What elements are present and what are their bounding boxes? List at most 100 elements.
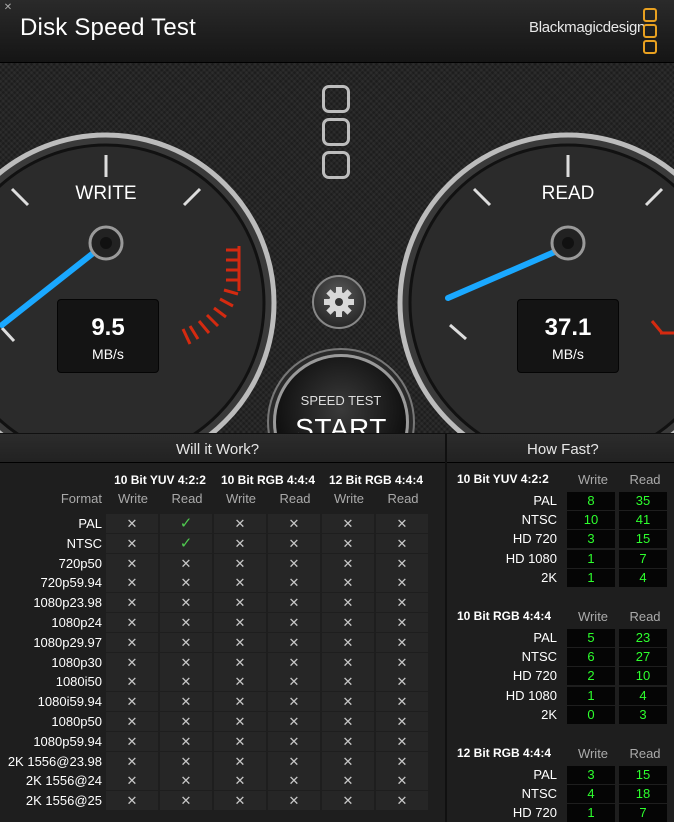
- cross-icon: ✕: [268, 731, 320, 751]
- speed-format-label: NTSC: [521, 512, 557, 528]
- cross-icon: ✕: [376, 771, 428, 791]
- cross-icon: ✕: [376, 613, 428, 632]
- cross-icon: ✕: [214, 672, 266, 692]
- write-speed-display: 9.5 MB/s: [57, 299, 159, 373]
- cross-icon: ✕: [214, 712, 266, 731]
- cross-icon: ✕: [322, 553, 374, 573]
- cross-icon: ✕: [322, 771, 374, 791]
- target-drive-button[interactable]: [322, 85, 350, 113]
- fps-write-value: 1: [567, 686, 615, 705]
- cross-icon: ✕: [106, 751, 158, 771]
- cross-icon: ✕: [268, 692, 320, 712]
- fps-read-value: 15: [619, 530, 667, 549]
- cross-icon: ✕: [160, 712, 212, 731]
- fps-write-value: 8: [567, 492, 615, 510]
- fps-write-value: 2: [567, 667, 615, 686]
- read-speed-value: 37.1: [544, 314, 592, 341]
- cross-icon: ✕: [106, 533, 158, 553]
- gear-glyph-icon: [324, 287, 354, 317]
- cross-icon: ✕: [160, 731, 212, 751]
- cross-icon: ✕: [214, 593, 266, 613]
- cross-icon: ✕: [214, 771, 266, 791]
- target-drive-button-3[interactable]: [322, 151, 350, 179]
- cross-icon: ✕: [376, 712, 428, 731]
- format-label: 1080i50: [55, 674, 102, 690]
- app-title: Disk Speed Test: [20, 14, 196, 41]
- cross-icon: ✕: [268, 553, 320, 573]
- format-label: 1080p23.98: [33, 595, 102, 611]
- cross-icon: ✕: [322, 613, 374, 632]
- cross-icon: ✕: [214, 632, 266, 652]
- speed-format-label: PAL: [533, 493, 557, 508]
- cross-icon: ✕: [214, 533, 266, 553]
- fps-read-value: 27: [619, 648, 667, 667]
- settings-gear-icon[interactable]: [312, 275, 366, 329]
- start-button-label: START: [295, 413, 387, 433]
- format-label: 720p59.94: [40, 575, 102, 591]
- sub-header-read: Read: [387, 491, 419, 506]
- cross-icon: ✕: [214, 751, 266, 771]
- cross-icon: ✕: [268, 791, 320, 811]
- read-label: READ: [541, 183, 595, 204]
- fps-read-value: 4: [619, 686, 667, 705]
- read-speed-display: 37.1 MB/s: [517, 299, 619, 373]
- cross-icon: ✕: [160, 791, 212, 811]
- sub-header-write: Write: [333, 491, 365, 506]
- cross-icon: ✕: [106, 791, 158, 811]
- target-drive-button-2[interactable]: [322, 118, 350, 146]
- format-label: 2K 1556@23.98: [7, 753, 102, 769]
- will-it-work-panel: Will it Work? Format 10 Bit YUV 4:2:2 10…: [0, 434, 445, 822]
- speed-format-label: 2K: [541, 569, 557, 585]
- section-header: 10 Bit RGB 4:4:4: [457, 609, 552, 623]
- fps-write-value: 3: [567, 530, 615, 549]
- cross-icon: ✕: [106, 672, 158, 692]
- fps-read-value: 18: [619, 785, 667, 804]
- cross-icon: ✕: [268, 751, 320, 771]
- cross-icon: ✕: [376, 652, 428, 672]
- cross-icon: ✕: [376, 573, 428, 593]
- fps-read-value: 7: [619, 549, 667, 568]
- cross-icon: ✕: [214, 573, 266, 593]
- format-label: 1080p30: [51, 654, 102, 670]
- cross-icon: ✕: [322, 652, 374, 672]
- format-label: 2K 1556@25: [25, 793, 102, 809]
- will-it-work-title: Will it Work?: [176, 441, 260, 458]
- speed-format-label: PAL: [533, 630, 557, 645]
- cross-icon: ✕: [160, 632, 212, 652]
- fps-write-value: 6: [567, 648, 615, 667]
- cross-icon: ✕: [160, 652, 212, 672]
- group-header-rgb444-12: 12 Bit RGB 4:4:4: [328, 473, 424, 487]
- section-write-header: Write: [577, 609, 609, 624]
- format-label: NTSC: [66, 535, 102, 551]
- fps-read-value: 10: [619, 667, 667, 686]
- cross-icon: ✕: [214, 514, 266, 533]
- write-speed-unit: MB/s: [92, 346, 124, 362]
- cross-icon: ✕: [268, 712, 320, 731]
- format-label: 1080p24: [51, 615, 102, 630]
- cross-icon: ✕: [106, 514, 158, 533]
- cross-icon: ✕: [268, 652, 320, 672]
- sub-header-write: Write: [117, 491, 149, 506]
- speed-format-label: NTSC: [521, 649, 557, 665]
- fps-write-value: 1: [567, 549, 615, 568]
- read-gauge: [397, 132, 674, 433]
- cross-icon: ✕: [268, 514, 320, 533]
- fps-write-value: 5: [567, 629, 615, 647]
- cross-icon: ✕: [268, 533, 320, 553]
- cross-icon: ✕: [268, 613, 320, 632]
- fps-write-value: 3: [567, 766, 615, 784]
- fps-read-value: 35: [619, 492, 667, 510]
- cross-icon: ✕: [106, 573, 158, 593]
- fps-read-value: 23: [619, 629, 667, 647]
- will-it-work-header: Will it Work?: [0, 434, 445, 463]
- speed-format-label: HD 1080: [505, 687, 557, 703]
- section-read-header: Read: [629, 472, 661, 487]
- cross-icon: ✕: [322, 672, 374, 692]
- sub-header-read: Read: [279, 491, 311, 506]
- cross-icon: ✕: [322, 712, 374, 731]
- cross-icon: ✕: [160, 593, 212, 613]
- sub-header-read: Read: [171, 491, 203, 506]
- brand-name: Blackmagicdesign: [529, 19, 646, 36]
- cross-icon: ✕: [160, 553, 212, 573]
- close-icon[interactable]: ✕: [2, 2, 14, 14]
